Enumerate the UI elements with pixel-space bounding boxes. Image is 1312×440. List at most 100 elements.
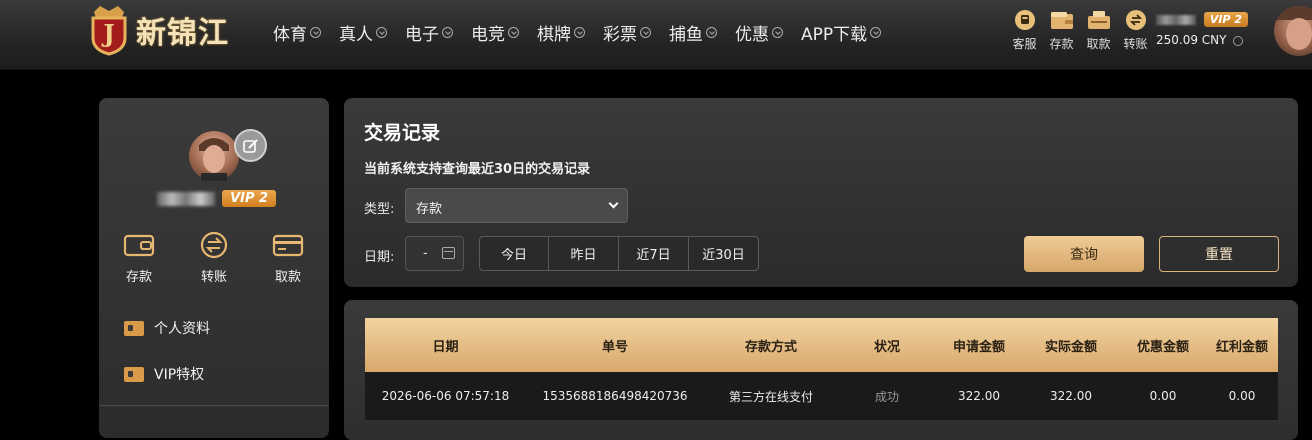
column-header[interactable]: 优惠金额	[1120, 336, 1206, 355]
nav-item-label: 电竞	[471, 25, 505, 45]
range-30days-button[interactable]: 近30日	[688, 236, 759, 271]
account-sidebar: VIP 2 存款 转账 取款 个人资料 VIP特权	[99, 98, 329, 438]
balance: 250.09 CNY	[1156, 33, 1248, 47]
sidebar-item-profile[interactable]: 个人资料	[124, 318, 210, 338]
tool-deposit[interactable]: 存款	[1043, 9, 1080, 52]
quick-withdraw[interactable]: 取款	[263, 232, 313, 285]
brand-name: 新锦江	[136, 16, 229, 51]
query-button[interactable]: 查询	[1024, 236, 1144, 272]
nav-item[interactable]: 真人	[339, 20, 387, 45]
type-label: 类型:	[364, 202, 395, 217]
table-cell: 322.00	[1050, 389, 1092, 403]
range-7days-button[interactable]: 近7日	[618, 236, 689, 271]
nav-item[interactable]: 彩票	[603, 20, 651, 45]
nav-item-label: APP下载	[801, 25, 868, 45]
tool-transfer[interactable]: 转账	[1117, 9, 1154, 52]
nav-item[interactable]: 棋牌	[537, 20, 585, 45]
nav-item-label: 棋牌	[537, 25, 571, 45]
chevron-down-icon	[706, 27, 717, 38]
withdraw-icon	[1087, 9, 1111, 31]
range-today-button[interactable]: 今日	[479, 236, 549, 271]
user-summary[interactable]: VIP 2 250.09 CNY	[1156, 12, 1248, 47]
account-tools: 客服 存款 取款 转账	[1006, 9, 1154, 52]
table-row[interactable]: 2026-06-06 07:57:18 1535688186498420736 第三…	[365, 372, 1278, 420]
quick-transfer[interactable]: 转账	[189, 231, 239, 285]
tool-customer-service[interactable]: 客服	[1006, 9, 1043, 52]
table-cell: 0.00	[1149, 389, 1177, 403]
chevron-down-icon	[508, 27, 519, 38]
nav-item[interactable]: 优惠	[735, 20, 783, 45]
tool-withdraw[interactable]: 取款	[1080, 9, 1117, 52]
wallet-icon	[1050, 9, 1074, 31]
svg-text:J: J	[101, 19, 114, 48]
table-cell: 第三方在线支付	[728, 389, 813, 404]
table-cell: 2026-06-06 07:57:18	[381, 389, 510, 403]
chevron-down-icon	[442, 27, 453, 38]
page-title: 交易记录	[364, 122, 441, 144]
top-avatar[interactable]	[1274, 6, 1312, 56]
nav-item-label: 彩票	[603, 25, 637, 45]
nav-item[interactable]: 电竞	[471, 20, 519, 45]
column-header[interactable]: 红利金额	[1206, 336, 1278, 355]
column-header[interactable]: 日期	[365, 336, 526, 355]
transfer-icon	[1124, 9, 1148, 31]
edit-icon	[242, 138, 258, 153]
customer-service-icon	[1013, 9, 1037, 31]
nav-item-label: 真人	[339, 25, 373, 45]
nav-item-label: 捕鱼	[669, 25, 703, 45]
chevron-down-icon	[310, 27, 321, 38]
id-card-icon	[124, 366, 144, 382]
id-card-icon	[124, 320, 144, 336]
sidebar-username: VIP 2	[157, 188, 277, 207]
vip-badge: VIP 2	[1203, 12, 1248, 27]
transfer-icon	[198, 231, 230, 259]
type-select[interactable]: 存款	[405, 188, 628, 223]
transaction-filter-panel: 交易记录 当前系统支持查询最近30日的交易记录 类型: 存款 日期: - 今日 …	[344, 98, 1298, 287]
nav-item[interactable]: 体育	[273, 20, 321, 45]
column-header[interactable]: 单号	[526, 336, 704, 355]
table-cell: 322.00	[958, 389, 1000, 403]
chevron-down-icon	[574, 27, 585, 38]
sidebar-item-vip[interactable]: VIP特权	[124, 364, 204, 384]
site-logo[interactable]: J 新锦江	[84, 4, 229, 56]
column-header[interactable]: 实际金额	[1022, 336, 1120, 355]
nav-item-label: 体育	[273, 25, 307, 45]
calendar-icon	[442, 247, 455, 259]
main-nav: 体育 真人 电子 电竞 棋牌 彩票 捕鱼 优惠 APP下载	[273, 20, 899, 45]
nav-item-label: 电子	[405, 25, 439, 45]
chevron-down-icon	[772, 27, 783, 38]
wallet-icon	[123, 232, 155, 258]
page-note: 当前系统支持查询最近30日的交易记录	[364, 162, 591, 177]
edit-avatar-button[interactable]	[234, 129, 267, 162]
table-header: 日期 单号 存款方式 状况 申请金额 实际金额 优惠金额 红利金额	[365, 318, 1278, 372]
chevron-down-icon	[376, 27, 387, 38]
card-icon	[272, 232, 304, 258]
column-header[interactable]: 状况	[838, 336, 936, 355]
table-cell: 1535688186498420736	[542, 389, 688, 403]
username-redacted	[1156, 14, 1196, 25]
quick-deposit[interactable]: 存款	[114, 232, 164, 285]
chevron-down-icon	[640, 27, 651, 38]
nav-item[interactable]: 电子	[405, 20, 453, 45]
reset-button[interactable]: 重置	[1159, 236, 1279, 272]
table-cell: 0.00	[1228, 389, 1256, 403]
transaction-table-panel: 日期 单号 存款方式 状况 申请金额 实际金额 优惠金额 红利金额 2026-06-06 07…	[344, 300, 1298, 440]
column-header[interactable]: 存款方式	[704, 336, 838, 355]
range-yesterday-button[interactable]: 昨日	[548, 236, 619, 271]
date-picker[interactable]: -	[405, 236, 464, 271]
column-header[interactable]: 申请金额	[936, 336, 1022, 355]
avatar	[189, 131, 239, 181]
table-cell: 成功	[874, 389, 899, 404]
chevron-down-icon	[608, 198, 619, 209]
divider	[99, 405, 329, 406]
username-redacted	[157, 191, 215, 206]
vip-badge: VIP 2	[222, 190, 277, 207]
top-navigation-bar: J 新锦江 体育 真人 电子 电竞 棋牌 彩票 捕鱼 优惠 APP下载 客服 存款 取款	[0, 0, 1312, 70]
nav-item[interactable]: 捕鱼	[669, 20, 717, 45]
nav-item-label: 优惠	[735, 25, 769, 45]
nav-item[interactable]: APP下载	[801, 20, 882, 45]
date-label: 日期:	[364, 250, 395, 265]
chevron-down-icon[interactable]	[1233, 35, 1244, 46]
logo-crest-icon: J	[84, 4, 134, 56]
chevron-down-icon	[870, 27, 882, 38]
